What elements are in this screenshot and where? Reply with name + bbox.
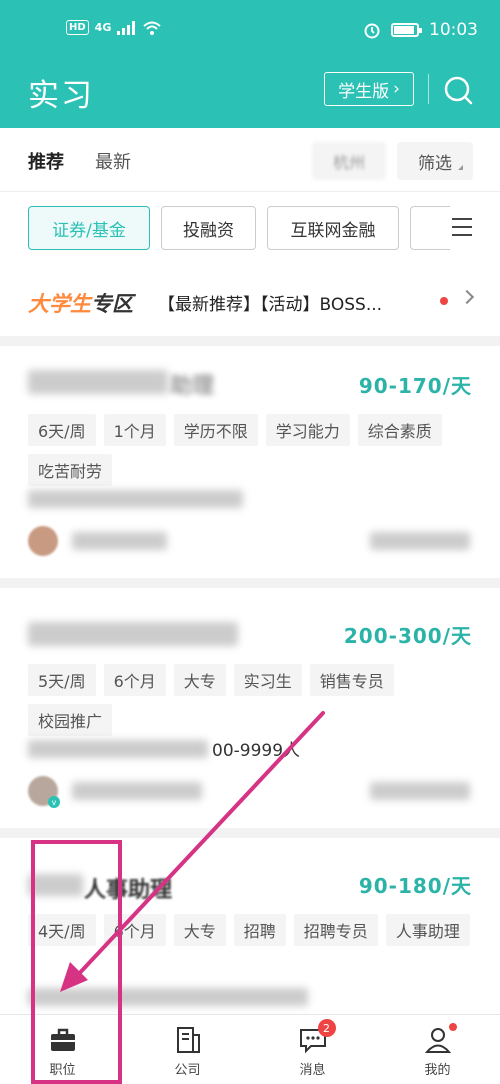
job-salary: 90-180/天 bbox=[358, 874, 472, 898]
job-tag: 大专 bbox=[173, 664, 226, 696]
app-header: HD 4G 10:03 实习 学生版 › bbox=[0, 0, 500, 128]
nav-label: 消息 bbox=[299, 1063, 326, 1078]
category-chip-more[interactable] bbox=[410, 206, 450, 250]
category-chip-investment[interactable]: 投融资 bbox=[161, 206, 256, 250]
blurred-company bbox=[28, 490, 243, 508]
nav-profile[interactable]: 我的 bbox=[375, 1015, 500, 1084]
logo-part-b: 专区 bbox=[91, 292, 133, 316]
recruiter-avatar bbox=[28, 526, 58, 556]
blurred-title bbox=[28, 370, 168, 394]
feed-tabs: 推荐 最新 杭州 筛选 bbox=[0, 128, 500, 192]
job-tag: 大专 bbox=[173, 914, 226, 946]
student-zone-banner[interactable]: 大学生专区 【最新推荐】【活动】BOSS... bbox=[0, 270, 500, 336]
job-card[interactable]: 200-300/天 5天/周 6个月 大专 实习生 销售专员 校园推广 00-9… bbox=[0, 588, 500, 828]
building-icon bbox=[176, 1027, 200, 1053]
job-tag: 5天/周 bbox=[28, 664, 96, 696]
company-size: 00-9999人 bbox=[212, 741, 301, 761]
logo-part-a: 大学生 bbox=[28, 292, 91, 316]
city-selector[interactable]: 杭州 bbox=[312, 142, 386, 180]
section-separator bbox=[0, 578, 500, 588]
search-icon[interactable] bbox=[442, 74, 474, 106]
job-tag: 招聘专员 bbox=[293, 914, 378, 946]
student-zone-logo: 大学生专区 bbox=[28, 288, 133, 318]
blurred-recruiter bbox=[72, 782, 202, 800]
bottom-nav: 职位 公司 2 消息 我的 bbox=[0, 1014, 500, 1084]
job-tags: 4天/周 6个月 大专 招聘 招聘专员 人事助理 bbox=[28, 914, 478, 946]
category-chip-internet-finance[interactable]: 互联网金融 bbox=[267, 206, 399, 250]
nav-company[interactable]: 公司 bbox=[125, 1015, 250, 1084]
student-version-label: 学生版 bbox=[338, 81, 390, 102]
job-tag: 4天/周 bbox=[28, 914, 96, 946]
job-tag: 校园推广 bbox=[28, 704, 113, 736]
status-right: 10:03 bbox=[363, 20, 478, 40]
status-bar: HD 4G 10:03 bbox=[0, 0, 500, 60]
hd-icon: HD bbox=[66, 20, 89, 35]
job-tag: 实习生 bbox=[233, 664, 302, 696]
message-icon: 2 bbox=[298, 1019, 336, 1055]
blurred-company bbox=[28, 988, 308, 1006]
battery-icon bbox=[391, 23, 422, 37]
student-version-button[interactable]: 学生版 › bbox=[324, 72, 414, 106]
job-tag: 销售专员 bbox=[309, 664, 394, 696]
briefcase-icon bbox=[50, 1028, 75, 1051]
job-tag: 1个月 bbox=[103, 414, 166, 446]
banner-headline: 【最新推荐】【活动】BOSS... bbox=[158, 295, 383, 315]
verified-icon: v bbox=[48, 796, 60, 808]
job-salary: 200-300/天 bbox=[343, 624, 472, 648]
category-chips: 证券/基金 投融资 互联网金融 bbox=[0, 192, 500, 266]
job-tag: 综合素质 bbox=[357, 414, 442, 446]
profile-dot-badge bbox=[448, 1023, 457, 1031]
message-badge: 2 bbox=[317, 1019, 336, 1037]
wifi-icon bbox=[143, 21, 162, 35]
nav-label: 公司 bbox=[174, 1063, 201, 1078]
job-card[interactable]: 人事助理 90-180/天 4天/周 6个月 大专 招聘 招聘专员 人事助理 bbox=[0, 838, 500, 1014]
job-tag: 6天/周 bbox=[28, 414, 96, 446]
job-tag: 6个月 bbox=[103, 664, 166, 696]
blurred-location bbox=[370, 782, 470, 800]
job-tags: 5天/周 6个月 大专 实习生 销售专员 校园推广 bbox=[28, 664, 478, 736]
nav-label: 职位 bbox=[49, 1063, 76, 1078]
job-tag: 学习能力 bbox=[265, 414, 350, 446]
job-tags: 6天/周 1个月 学历不限 学习能力 综合素质 吃苦耐劳 bbox=[28, 414, 478, 486]
job-salary: 90-170/天 bbox=[358, 374, 472, 398]
job-title: 助理 bbox=[170, 374, 215, 399]
job-tag: 6个月 bbox=[103, 914, 166, 946]
tab-latest[interactable]: 最新 bbox=[95, 148, 131, 174]
page-title: 实习 bbox=[28, 78, 94, 114]
signal-indicators: HD 4G bbox=[66, 20, 162, 35]
clock: 10:03 bbox=[429, 20, 478, 40]
job-title: 人事助理 bbox=[84, 878, 173, 903]
tab-recommend[interactable]: 推荐 bbox=[28, 148, 64, 174]
menu-icon[interactable] bbox=[452, 218, 472, 236]
job-tag: 招聘 bbox=[233, 914, 286, 946]
nav-messages[interactable]: 2 消息 bbox=[250, 1015, 375, 1084]
section-separator bbox=[0, 336, 500, 346]
unread-dot bbox=[440, 297, 448, 305]
job-tag: 吃苦耐劳 bbox=[28, 454, 113, 486]
nav-jobs[interactable]: 职位 bbox=[0, 1015, 125, 1084]
job-tag: 人事助理 bbox=[385, 914, 470, 946]
blurred-recruiter bbox=[72, 532, 167, 550]
blurred-company bbox=[28, 740, 208, 758]
blurred-location bbox=[370, 532, 470, 550]
chevron-right-icon: › bbox=[393, 79, 400, 99]
section-separator bbox=[0, 828, 500, 838]
alarm-icon bbox=[364, 23, 380, 39]
nav-label: 我的 bbox=[424, 1063, 451, 1078]
blurred-title bbox=[28, 622, 238, 646]
user-icon bbox=[423, 1023, 457, 1055]
header-divider bbox=[428, 74, 429, 104]
job-tag: 学历不限 bbox=[173, 414, 258, 446]
category-chip-securities[interactable]: 证券/基金 bbox=[28, 206, 150, 250]
filter-button[interactable]: 筛选 bbox=[397, 142, 473, 180]
blurred-title bbox=[28, 874, 83, 896]
signal-icon bbox=[117, 20, 136, 35]
job-card[interactable]: 助理 90-170/天 6天/周 1个月 学历不限 学习能力 综合素质 吃苦耐劳 bbox=[0, 346, 500, 578]
network-label: 4G bbox=[94, 21, 112, 34]
